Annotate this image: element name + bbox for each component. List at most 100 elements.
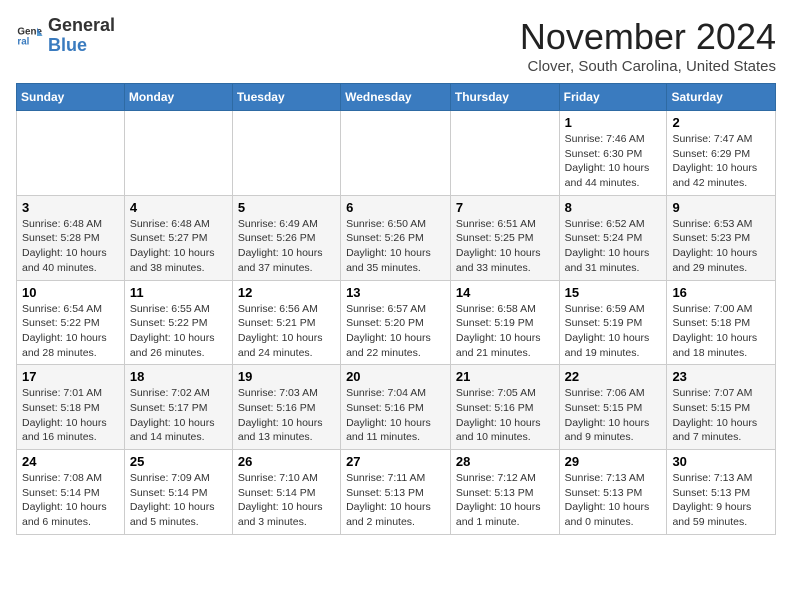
header-tuesday: Tuesday — [232, 84, 340, 111]
day-cell: 18 Sunrise: 7:02 AM Sunset: 5:17 PM Dayli… — [124, 365, 232, 450]
day-number: 5 — [238, 200, 335, 215]
day-cell: 15Sunrise: 6:59 AM Sunset: 5:19 PM Dayli… — [559, 280, 667, 365]
day-info: Sunrise: 7:10 AM Sunset: 5:14 PM Dayligh… — [238, 471, 335, 530]
day-cell: 25 Sunrise: 7:09 AM Sunset: 5:14 PM Dayli… — [124, 450, 232, 535]
day-info: Sunrise: 7:13 AM Sunset: 5:13 PM Dayligh… — [565, 471, 662, 530]
day-info: Sunrise: 6:49 AM Sunset: 5:26 PM Dayligh… — [238, 217, 335, 276]
week-row-3: 17 Sunrise: 7:01 AM Sunset: 5:18 PM Dayli… — [17, 365, 776, 450]
day-number: 6 — [346, 200, 445, 215]
day-number: 24 — [22, 454, 119, 469]
day-cell: 26 Sunrise: 7:10 AM Sunset: 5:14 PM Dayli… — [232, 450, 340, 535]
day-info: Sunrise: 7:47 AM Sunset: 6:29 PM Dayligh… — [672, 132, 770, 191]
day-number: 19 — [238, 369, 335, 384]
day-number: 25 — [130, 454, 227, 469]
day-info: Sunrise: 7:05 AM Sunset: 5:16 PM Dayligh… — [456, 386, 554, 445]
header-thursday: Thursday — [450, 84, 559, 111]
day-cell — [232, 111, 340, 196]
day-number: 1 — [565, 115, 662, 130]
header-sunday: Sunday — [17, 84, 125, 111]
day-cell: 13Sunrise: 6:57 AM Sunset: 5:20 PM Dayli… — [341, 280, 451, 365]
day-cell: 17 Sunrise: 7:01 AM Sunset: 5:18 PM Dayli… — [17, 365, 125, 450]
svg-text:ral: ral — [17, 36, 29, 47]
day-number: 3 — [22, 200, 119, 215]
day-number: 27 — [346, 454, 445, 469]
day-info: Sunrise: 7:11 AM Sunset: 5:13 PM Dayligh… — [346, 471, 445, 530]
day-number: 12 — [238, 285, 335, 300]
day-cell: 8 Sunrise: 6:52 AM Sunset: 5:24 PM Daylig… — [559, 195, 667, 280]
day-cell: 10 Sunrise: 6:54 AM Sunset: 5:22 PM Dayli… — [17, 280, 125, 365]
day-number: 30 — [672, 454, 770, 469]
day-cell: 9Sunrise: 6:53 AM Sunset: 5:23 PM Daylig… — [667, 195, 776, 280]
day-info: Sunrise: 7:01 AM Sunset: 5:18 PM Dayligh… — [22, 386, 119, 445]
day-cell: 7Sunrise: 6:51 AM Sunset: 5:25 PM Daylig… — [450, 195, 559, 280]
day-number: 21 — [456, 369, 554, 384]
day-cell — [450, 111, 559, 196]
day-cell: 19 Sunrise: 7:03 AM Sunset: 5:16 PM Dayli… — [232, 365, 340, 450]
day-cell: 16 Sunrise: 7:00 AM Sunset: 5:18 PM Dayli… — [667, 280, 776, 365]
day-info: Sunrise: 6:48 AM Sunset: 5:27 PM Dayligh… — [130, 217, 227, 276]
day-cell: 5 Sunrise: 6:49 AM Sunset: 5:26 PM Daylig… — [232, 195, 340, 280]
day-cell: 24 Sunrise: 7:08 AM Sunset: 5:14 PM Dayli… — [17, 450, 125, 535]
day-number: 22 — [565, 369, 662, 384]
header-monday: Monday — [124, 84, 232, 111]
day-number: 20 — [346, 369, 445, 384]
day-cell — [124, 111, 232, 196]
logo-text: General Blue — [48, 16, 115, 56]
week-row-1: 3Sunrise: 6:48 AM Sunset: 5:28 PM Daylig… — [17, 195, 776, 280]
header-wednesday: Wednesday — [341, 84, 451, 111]
day-cell: 3Sunrise: 6:48 AM Sunset: 5:28 PM Daylig… — [17, 195, 125, 280]
day-info: Sunrise: 7:08 AM Sunset: 5:14 PM Dayligh… — [22, 471, 119, 530]
day-number: 4 — [130, 200, 227, 215]
day-info: Sunrise: 7:46 AM Sunset: 6:30 PM Dayligh… — [565, 132, 662, 191]
day-info: Sunrise: 7:00 AM Sunset: 5:18 PM Dayligh… — [672, 302, 770, 361]
day-number: 26 — [238, 454, 335, 469]
day-cell: 23Sunrise: 7:07 AM Sunset: 5:15 PM Dayli… — [667, 365, 776, 450]
week-row-2: 10 Sunrise: 6:54 AM Sunset: 5:22 PM Dayli… — [17, 280, 776, 365]
day-info: Sunrise: 6:50 AM Sunset: 5:26 PM Dayligh… — [346, 217, 445, 276]
day-info: Sunrise: 7:09 AM Sunset: 5:14 PM Dayligh… — [130, 471, 227, 530]
day-info: Sunrise: 6:54 AM Sunset: 5:22 PM Dayligh… — [22, 302, 119, 361]
day-info: Sunrise: 7:03 AM Sunset: 5:16 PM Dayligh… — [238, 386, 335, 445]
day-cell: 21 Sunrise: 7:05 AM Sunset: 5:16 PM Dayli… — [450, 365, 559, 450]
day-cell: 12 Sunrise: 6:56 AM Sunset: 5:21 PM Dayli… — [232, 280, 340, 365]
day-info: Sunrise: 6:57 AM Sunset: 5:20 PM Dayligh… — [346, 302, 445, 361]
day-cell: 29Sunrise: 7:13 AM Sunset: 5:13 PM Dayli… — [559, 450, 667, 535]
logo: Gene ral General Blue — [16, 16, 115, 56]
day-cell: 1 Sunrise: 7:46 AM Sunset: 6:30 PM Daylig… — [559, 111, 667, 196]
day-number: 8 — [565, 200, 662, 215]
day-cell: 30 Sunrise: 7:13 AM Sunset: 5:13 PM Dayli… — [667, 450, 776, 535]
day-number: 17 — [22, 369, 119, 384]
day-info: Sunrise: 7:13 AM Sunset: 5:13 PM Dayligh… — [672, 471, 770, 530]
day-number: 11 — [130, 285, 227, 300]
day-cell: 20 Sunrise: 7:04 AM Sunset: 5:16 PM Dayli… — [341, 365, 451, 450]
day-cell: 6 Sunrise: 6:50 AM Sunset: 5:26 PM Daylig… — [341, 195, 451, 280]
day-number: 28 — [456, 454, 554, 469]
day-info: Sunrise: 6:52 AM Sunset: 5:24 PM Dayligh… — [565, 217, 662, 276]
header-friday: Friday — [559, 84, 667, 111]
day-number: 18 — [130, 369, 227, 384]
header-row: Sunday Monday Tuesday Wednesday Thursday… — [17, 84, 776, 111]
day-cell: 27 Sunrise: 7:11 AM Sunset: 5:13 PM Dayli… — [341, 450, 451, 535]
day-number: 16 — [672, 285, 770, 300]
day-info: Sunrise: 7:12 AM Sunset: 5:13 PM Dayligh… — [456, 471, 554, 530]
day-cell — [17, 111, 125, 196]
day-info: Sunrise: 6:58 AM Sunset: 5:19 PM Dayligh… — [456, 302, 554, 361]
week-row-4: 24 Sunrise: 7:08 AM Sunset: 5:14 PM Dayli… — [17, 450, 776, 535]
week-row-0: 1 Sunrise: 7:46 AM Sunset: 6:30 PM Daylig… — [17, 111, 776, 196]
day-cell: 11 Sunrise: 6:55 AM Sunset: 5:22 PM Dayli… — [124, 280, 232, 365]
day-info: Sunrise: 6:56 AM Sunset: 5:21 PM Dayligh… — [238, 302, 335, 361]
day-info: Sunrise: 7:04 AM Sunset: 5:16 PM Dayligh… — [346, 386, 445, 445]
title-block: November 2024 Clover, South Carolina, Un… — [520, 16, 776, 75]
day-cell: 28 Sunrise: 7:12 AM Sunset: 5:13 PM Dayli… — [450, 450, 559, 535]
day-info: Sunrise: 6:59 AM Sunset: 5:19 PM Dayligh… — [565, 302, 662, 361]
day-info: Sunrise: 6:55 AM Sunset: 5:22 PM Dayligh… — [130, 302, 227, 361]
day-cell: 14 Sunrise: 6:58 AM Sunset: 5:19 PM Dayli… — [450, 280, 559, 365]
day-info: Sunrise: 7:02 AM Sunset: 5:17 PM Dayligh… — [130, 386, 227, 445]
day-number: 10 — [22, 285, 119, 300]
header-saturday: Saturday — [667, 84, 776, 111]
day-number: 14 — [456, 285, 554, 300]
day-info: Sunrise: 7:07 AM Sunset: 5:15 PM Dayligh… — [672, 386, 770, 445]
day-cell: 2 Sunrise: 7:47 AM Sunset: 6:29 PM Daylig… — [667, 111, 776, 196]
month-title: November 2024 — [520, 16, 776, 58]
day-number: 2 — [672, 115, 770, 130]
